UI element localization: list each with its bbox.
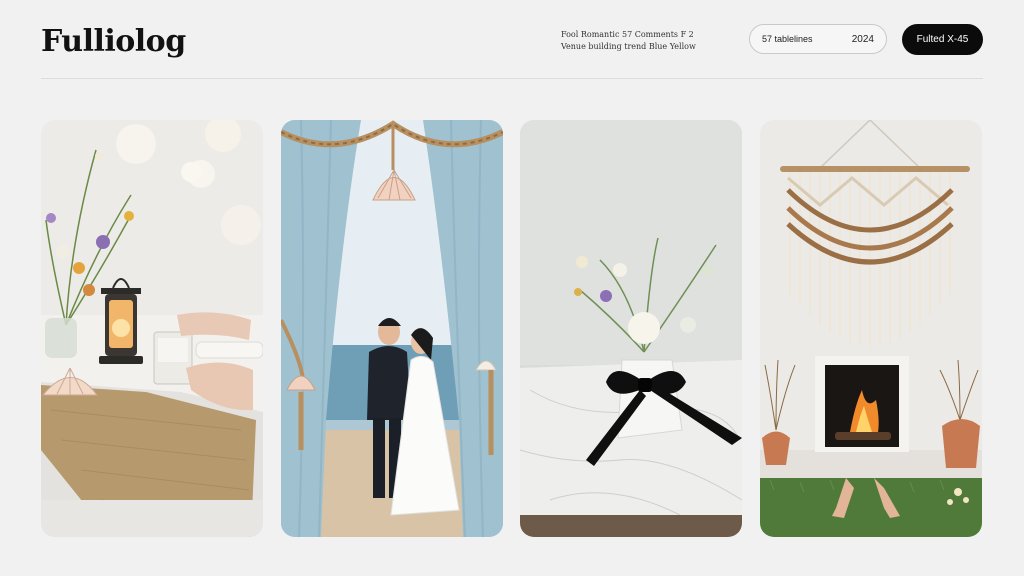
gallery-card-ribbon-vase[interactable] [520, 120, 742, 537]
beach-table-image [41, 120, 263, 537]
meta-line-2: Venue building trend Blue Yellow [561, 42, 696, 51]
search-input[interactable] [762, 34, 844, 44]
header-meta: Fool Romantic 57 Comments F 2 Venue buil… [561, 29, 751, 53]
macrame-fireplace-image [760, 120, 982, 537]
gallery-card-beach-table[interactable] [41, 120, 263, 537]
curtain-arch-image [281, 120, 503, 537]
top-bar: Fulliolog Fool Romantic 57 Comments F 2 … [41, 20, 983, 64]
lantern-icon [99, 278, 143, 364]
brand-logo[interactable]: Fulliolog [41, 24, 186, 59]
gallery-card-curtain-arch[interactable] [281, 120, 503, 537]
gallery-card-macrame-fireplace[interactable] [760, 120, 982, 537]
ribbon-vase-image [520, 120, 742, 537]
meta-line-1: Fool Romantic 57 Comments F 2 [561, 30, 694, 39]
year-label: 2024 [851, 33, 874, 45]
primary-cta-button[interactable]: Fulted X-45 [902, 24, 983, 55]
header-divider [41, 78, 983, 79]
fireplace-icon [815, 356, 909, 452]
search-box[interactable]: 2024 [749, 24, 887, 54]
